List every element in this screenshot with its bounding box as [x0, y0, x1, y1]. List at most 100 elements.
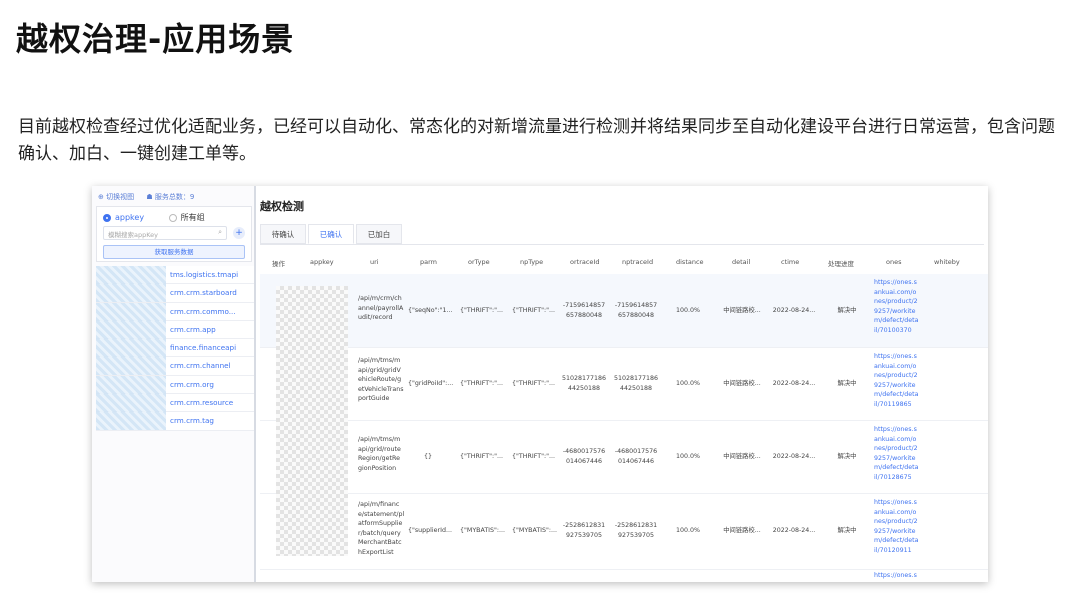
cell-nptraceid: -4680017576 014067446 [614, 448, 658, 465]
column-header: parm [420, 258, 437, 266]
radio-appkey-label: appkey [115, 213, 145, 222]
cell-parm: {} [424, 453, 433, 460]
radio-group: appkey 所有组 [103, 212, 227, 223]
cell-detail: 中间链路校... [723, 453, 761, 460]
masked-content [96, 339, 166, 358]
cell-ctime: 2022-08-24... [772, 380, 816, 387]
radio-all-groups-label: 所有组 [180, 213, 205, 222]
masked-content [96, 266, 166, 284]
column-header: 处理进度 [828, 260, 854, 268]
cell-ctime: 2022-08-24... [772, 307, 816, 314]
search-placeholder: 模糊搜索appKey [108, 231, 159, 239]
cell-ortype: {"MYBATIS":... [460, 527, 506, 534]
cell-nptype: {"THRIFT":"... [512, 307, 555, 314]
table-row[interactable]: /api/m/crm/ch annel/payrollA udit/record… [260, 274, 988, 348]
masked-content [96, 302, 166, 321]
service-list-item[interactable]: crm.crm.resource [96, 394, 254, 413]
sidebar: ⊕ 切换视图 ☗ 服务总数：9 appkey 所有组 模糊搜索appKey ⌕ … [92, 186, 256, 582]
masked-content [96, 375, 166, 394]
service-name: crm.crm.resource [170, 398, 234, 408]
switch-view-link[interactable]: ⊕ 切换视图 [98, 193, 134, 201]
cell-uri: /api/m/crm/ch annel/payrollA udit/record [358, 295, 404, 322]
slide-title: 越权治理-应用场景 [16, 20, 295, 58]
column-header: ones [886, 258, 902, 266]
service-list: tms.logistics.tmapi crm.crm.starboard cr… [96, 266, 254, 431]
masked-content [96, 394, 166, 413]
column-header: uri [370, 258, 379, 266]
radio-appkey[interactable] [103, 213, 111, 222]
cell-parm: {"gridPoiId":... [408, 380, 454, 387]
column-header: nptraceId [622, 258, 654, 266]
status-badge: 解决中 [837, 380, 857, 387]
ones-link[interactable]: https://ones.s ankuai.com/o nes/product/… [874, 278, 920, 336]
service-name: crm.crm.channel [170, 361, 231, 371]
service-name: crm.crm.commo... [170, 306, 236, 316]
fetch-service-data-button[interactable]: 获取服务数据 [103, 245, 245, 259]
cell-nptraceid: -2528612831 927539705 [614, 522, 658, 539]
tab-confirmed[interactable]: 已确认 [308, 224, 354, 244]
column-header: orType [468, 258, 490, 266]
cell-nptype: {"THRIFT":"... [512, 380, 555, 387]
service-name: crm.crm.tag [170, 416, 214, 426]
table-header: 操作 appkey uri parm orType npType ortrace… [260, 256, 988, 272]
service-name: crm.crm.app [170, 324, 216, 334]
cell-uri: /api/m/tms/m api/grid/gridV ehicleRoute/… [358, 357, 404, 403]
sidebar-header: ⊕ 切换视图 ☗ 服务总数：9 [98, 192, 204, 202]
cell-nptraceid: 51028177186 44250188 [613, 375, 659, 392]
cell-ortraceid: -2528612831 927539705 [562, 522, 606, 539]
cell-parm: {"supplierId... [408, 527, 452, 534]
filter-card: appkey 所有组 模糊搜索appKey ⌕ + 获取服务数据 [96, 206, 252, 262]
cell-ctime: 2022-08-24... [772, 453, 816, 460]
cell-ctime: 2022-08-24... [772, 527, 816, 534]
service-total: ☗ 服务总数：9 [146, 193, 195, 201]
ones-link[interactable]: https://ones.s ankuai.com/o nes/product/… [874, 425, 920, 483]
cell-uri: /api/m/tms/m api/grid/route Region/getRe… [358, 436, 401, 472]
cell-distance: 100.0% [675, 380, 700, 387]
status-badge: 解决中 [837, 453, 857, 460]
cell-ortype: {"THRIFT":"... [460, 453, 503, 460]
tab-pending[interactable]: 待确认 [260, 224, 306, 244]
service-list-item[interactable]: crm.crm.starboard [96, 284, 254, 303]
masked-content [96, 284, 166, 303]
ones-link[interactable]: https://ones.s [874, 571, 920, 581]
cell-ortraceid: -7159614857 657880048 [562, 302, 606, 319]
ones-link[interactable]: https://ones.s ankuai.com/o nes/product/… [874, 498, 920, 556]
ones-link[interactable]: https://ones.s ankuai.com/o nes/product/… [874, 352, 920, 410]
table-row[interactable]: /api/m/financ e/statement/pl atformSuppl… [260, 494, 988, 570]
cell-parm: {"seqNo":"1... [408, 307, 453, 314]
service-list-item[interactable]: crm.crm.org [96, 375, 254, 395]
service-list-item[interactable]: crm.crm.app [96, 320, 254, 340]
table-row[interactable]: https://ones.s [260, 570, 988, 582]
cell-distance: 100.0% [675, 527, 700, 534]
service-list-item[interactable]: crm.crm.tag [96, 412, 254, 431]
masked-appkey-column [276, 286, 348, 556]
masked-content [96, 357, 166, 376]
table-row[interactable]: /api/m/tms/m api/grid/route Region/getRe… [260, 421, 988, 494]
add-icon[interactable]: + [233, 227, 245, 239]
table-row[interactable]: /api/m/tms/m api/grid/gridV ehicleRoute/… [260, 348, 988, 421]
search-icon: ⌕ [218, 228, 222, 236]
tab-whitelisted[interactable]: 已加白 [356, 224, 402, 244]
service-name: tms.logistics.tmapi [170, 270, 239, 279]
service-list-item[interactable]: crm.crm.channel [96, 357, 254, 376]
cell-distance: 100.0% [675, 307, 700, 314]
radio-all-groups[interactable] [168, 213, 177, 222]
cell-ortraceid: 51028177186 44250188 [561, 375, 607, 392]
appkey-search-input[interactable]: 模糊搜索appKey ⌕ [103, 226, 227, 240]
column-header: npType [520, 258, 544, 266]
column-header: ctime [781, 258, 800, 266]
cell-ortraceid: -4680017576 014067446 [562, 448, 606, 465]
column-header: whiteby [934, 258, 960, 266]
main-panel: 越权检测 待确认 已确认 已加白 操作 appkey uri parm orTy… [256, 186, 988, 582]
service-name: crm.crm.starboard [170, 288, 237, 298]
service-list-item[interactable]: finance.financeapi [96, 339, 254, 358]
service-list-item[interactable]: tms.logistics.tmapi [96, 266, 254, 285]
slide-description: 目前越权检查经过优化适配业务，已经可以自动化、常态化的对新增流量进行检测并将结果… [18, 117, 1055, 164]
cell-detail: 中间链路校... [723, 527, 761, 534]
column-header: 操作 [272, 260, 285, 268]
cell-nptraceid: -7159614857 657880048 [614, 302, 658, 319]
column-header: appkey [310, 258, 334, 266]
cell-detail: 中间链路校... [723, 307, 761, 314]
service-list-item[interactable]: crm.crm.commo... [96, 302, 254, 321]
service-name: crm.crm.org [170, 379, 214, 389]
